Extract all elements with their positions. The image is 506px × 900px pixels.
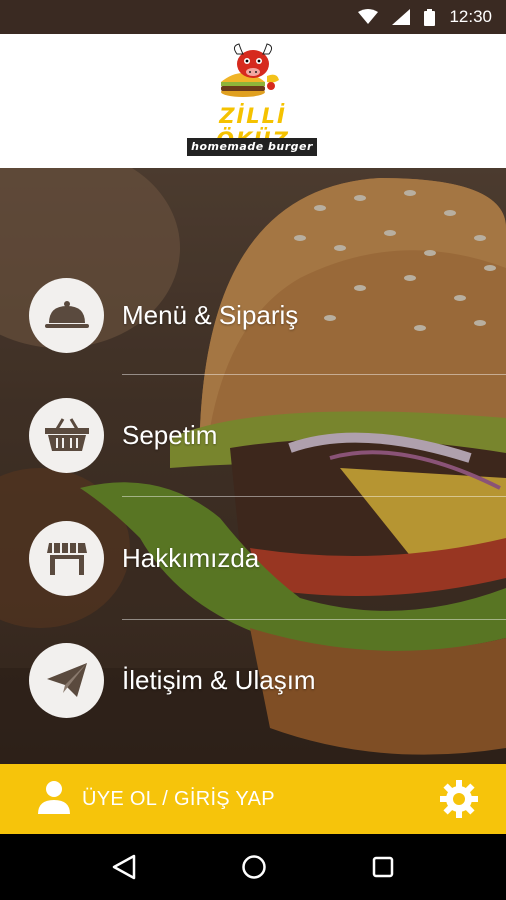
battery-icon <box>424 8 436 26</box>
menu-item-label: Sepetim <box>122 419 218 450</box>
login-label[interactable]: ÜYE OL / GİRİŞ YAP <box>82 788 275 811</box>
cloche-icon <box>29 277 104 353</box>
app-header: ZİLLİ ÖKÜZ homemade burger <box>0 34 506 168</box>
menu-divider <box>122 619 506 620</box>
status-time: 12:30 <box>449 7 492 26</box>
menu-item-cart[interactable]: Sepetim <box>0 390 506 480</box>
user-icon <box>38 780 70 819</box>
recents-icon[interactable] <box>372 856 394 878</box>
paper-plane-icon <box>29 642 104 718</box>
signal-icon <box>392 9 411 25</box>
back-icon[interactable] <box>112 854 136 880</box>
menu-item-contact[interactable]: İletişim & Ulaşım <box>0 635 506 725</box>
menu-item-about[interactable]: Hakkımızda <box>0 513 506 603</box>
home-icon[interactable] <box>241 854 267 880</box>
menu-item-label: İletişim & Ulaşım <box>122 664 316 695</box>
brand-tagline: homemade burger <box>187 138 317 156</box>
main-menu-area: Menü & Sipariş Sepetim Hakkımızda İletiş… <box>0 168 506 764</box>
menu-item-order[interactable]: Menü & Sipariş <box>0 270 506 360</box>
wifi-icon <box>358 9 379 25</box>
brand-logo: ZİLLİ ÖKÜZ homemade burger <box>183 42 323 160</box>
menu-item-label: Hakkımızda <box>122 542 260 573</box>
login-bar[interactable]: ÜYE OL / GİRİŞ YAP <box>0 764 506 834</box>
store-icon <box>29 520 104 596</box>
basket-icon <box>29 397 104 473</box>
system-nav-bar <box>0 834 506 900</box>
menu-divider <box>122 496 506 497</box>
menu-item-label: Menü & Sipariş <box>122 299 299 330</box>
menu-divider <box>122 374 506 375</box>
gear-icon[interactable] <box>440 780 478 823</box>
status-bar: 12:30 <box>0 0 506 34</box>
